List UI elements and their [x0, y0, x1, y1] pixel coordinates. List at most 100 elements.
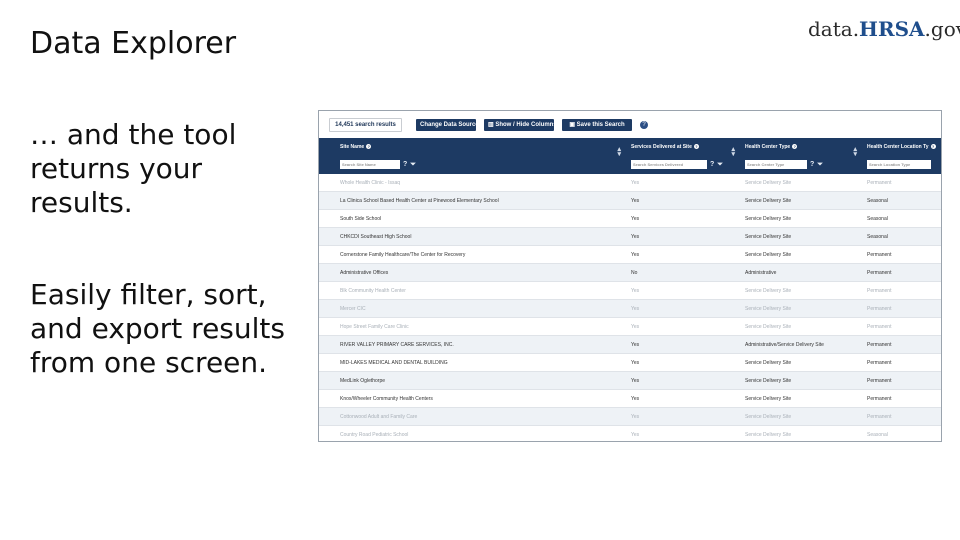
table-row[interactable]: Country Road Pediatric School Yes Service …: [319, 425, 941, 441]
services-cell: No: [627, 263, 741, 282]
site-name-cell: Cornerstone Family Healthcare/The Center…: [336, 245, 627, 264]
location-type-filter-input[interactable]: Search Location Type: [867, 160, 931, 170]
location-type-cell: Seasonal: [863, 191, 941, 210]
site-name-cell: La Clinica School Based Health Center at…: [336, 191, 627, 210]
column-header-center-type[interactable]: Health Center Type? ▴ ▾: [741, 138, 863, 156]
info-icon[interactable]: ?: [693, 144, 699, 149]
site-name-cell: MedLink Oglethorpe: [336, 371, 627, 390]
table-row[interactable]: La Clinica School Based Health Center at…: [319, 191, 941, 210]
location-type-cell: Permanent: [863, 245, 941, 264]
center-type-cell: Service Delivery Site: [741, 407, 863, 426]
services-cell: Yes: [627, 353, 741, 372]
location-type-cell: Permanent: [863, 281, 941, 300]
filter-cell-center-type: Search Center Type? ⏷: [741, 156, 863, 174]
center-type-cell: Service Delivery Site: [741, 317, 863, 336]
services-cell: Yes: [627, 335, 741, 354]
center-type-cell: Service Delivery Site: [741, 389, 863, 408]
header-row: Site Name? ▴ ▾ Services Delivered at Site?…: [319, 138, 941, 156]
center-type-cell: Service Delivery Site: [741, 174, 863, 192]
table-row[interactable]: Mercer CIC Yes Service Delivery Site Perman…: [319, 299, 941, 318]
location-type-cell: Seasonal: [863, 209, 941, 228]
services-cell: Yes: [627, 227, 741, 246]
table-row[interactable]: RIVER VALLEY PRIMARY CARE SERVICES, INC.…: [319, 335, 941, 354]
location-type-cell: Seasonal: [863, 227, 941, 246]
show-hide-columns-button[interactable]: ▥ Show / Hide Columns: [484, 118, 557, 131]
filter-cell-services: Search Services Delivered? ⏷: [627, 156, 741, 174]
row-index-filter: [319, 156, 336, 174]
info-icon[interactable]: ?: [640, 120, 648, 129]
filter-icon[interactable]: ⏷: [817, 161, 823, 169]
table-row[interactable]: Hope Street Family Care Clinic Yes Service…: [319, 317, 941, 336]
location-type-cell: Permanent: [863, 407, 941, 426]
table-row[interactable]: Knox/Wheeler Community Health Centers Yes…: [319, 389, 941, 408]
center-type-cell: Service Delivery Site: [741, 353, 863, 372]
info-icon[interactable]: ?: [366, 144, 372, 149]
row-index-cell: [319, 263, 336, 282]
column-header-location-type[interactable]: Health Center Location Ty?: [863, 138, 941, 156]
services-cell: Yes: [627, 299, 741, 318]
row-index-header: [319, 138, 336, 156]
center-type-cell: Administrative/Service Delivery Site: [741, 335, 863, 354]
info-icon[interactable]: ?: [792, 144, 798, 149]
results-table: Site Name? ▴ ▾ Services Delivered at Site?…: [319, 138, 941, 441]
column-header-services[interactable]: Services Delivered at Site? ▴ ▾: [627, 138, 741, 156]
table-row[interactable]: Whole Health Clinic - Issaq Yes Service De…: [319, 174, 941, 192]
caption-filter-sort-export: Easily filter, sort, and export results …: [30, 278, 285, 379]
sort-icon[interactable]: ▴ ▾: [731, 146, 735, 156]
services-cell: Yes: [627, 245, 741, 264]
row-index-cell: [319, 245, 336, 264]
column-header-label: Site Name: [340, 144, 365, 150]
logo-suffix: .gov: [924, 17, 960, 41]
center-type-filter-input[interactable]: Search Center Type: [745, 160, 807, 170]
location-type-cell: Permanent: [863, 371, 941, 390]
row-index-cell: [319, 335, 336, 354]
sort-icon[interactable]: ▴ ▾: [853, 146, 857, 156]
site-name-cell: Whole Health Clinic - Issaq: [336, 174, 627, 192]
caption-results: … and the tool returns your results.: [30, 118, 237, 219]
site-name-cell: Hope Street Family Care Clinic: [336, 317, 627, 336]
column-header-label: Health Center Type: [745, 144, 791, 150]
site-name-cell: Knox/Wheeler Community Health Centers: [336, 389, 627, 408]
slide-title: Data Explorer: [30, 26, 237, 61]
filter-cell-site-name: Search Site Name? ⏷: [336, 156, 627, 174]
help-icon[interactable]: ?: [810, 161, 814, 168]
table-row[interactable]: MID-LAKES MEDICAL AND DENTAL BUILDING Yes…: [319, 353, 941, 372]
info-icon[interactable]: ?: [930, 144, 936, 149]
services-cell: Yes: [627, 191, 741, 210]
center-type-cell: Service Delivery Site: [741, 299, 863, 318]
table-row[interactable]: Administrative Offices No Administrative Pe…: [319, 263, 941, 282]
table-row[interactable]: South Side School Yes Service Delivery Sit…: [319, 209, 941, 228]
site-name-cell: Country Road Pediatric School: [336, 425, 627, 441]
row-index-cell: [319, 299, 336, 318]
sort-icon[interactable]: ▴ ▾: [617, 146, 621, 156]
change-data-sources-button[interactable]: Change Data Sources: [416, 118, 482, 131]
table-row[interactable]: Cottonwood Adult and Family Care Yes Servi…: [319, 407, 941, 426]
row-index-cell: [319, 281, 336, 300]
save-search-button[interactable]: ▣ Save this Search: [562, 118, 632, 131]
filter-cell-location-type: Search Location Type: [863, 156, 941, 174]
center-type-cell: Service Delivery Site: [741, 425, 863, 441]
row-index-cell: [319, 227, 336, 246]
help-icon[interactable]: ?: [710, 161, 714, 168]
table-row[interactable]: MedLink Oglethorpe Yes Service Delivery Si…: [319, 371, 941, 390]
filter-icon[interactable]: ⏷: [717, 161, 723, 169]
services-cell: Yes: [627, 425, 741, 441]
location-type-cell: Permanent: [863, 335, 941, 354]
services-cell: Yes: [627, 389, 741, 408]
row-index-cell: [319, 425, 336, 441]
location-type-cell: Permanent: [863, 353, 941, 372]
column-header-site-name[interactable]: Site Name? ▴ ▾: [336, 138, 627, 156]
filter-icon[interactable]: ⏷: [410, 161, 416, 169]
row-index-cell: [319, 174, 336, 192]
site-name-cell: Administrative Offices: [336, 263, 627, 282]
row-index-cell: [319, 407, 336, 426]
site-name-filter-input[interactable]: Search Site Name: [340, 160, 400, 170]
site-name-cell: Cottonwood Adult and Family Care: [336, 407, 627, 426]
table-row[interactable]: Blk Community Health Center Yes Service De…: [319, 281, 941, 300]
services-cell: Yes: [627, 174, 741, 192]
services-filter-input[interactable]: Search Services Delivered: [631, 160, 707, 170]
table-row[interactable]: Cornerstone Family Healthcare/The Center…: [319, 245, 941, 264]
column-header-label: Services Delivered at Site: [631, 144, 692, 150]
table-row[interactable]: CHKCDI Southeast High School Yes Service D…: [319, 227, 941, 246]
help-icon[interactable]: ?: [403, 161, 407, 168]
